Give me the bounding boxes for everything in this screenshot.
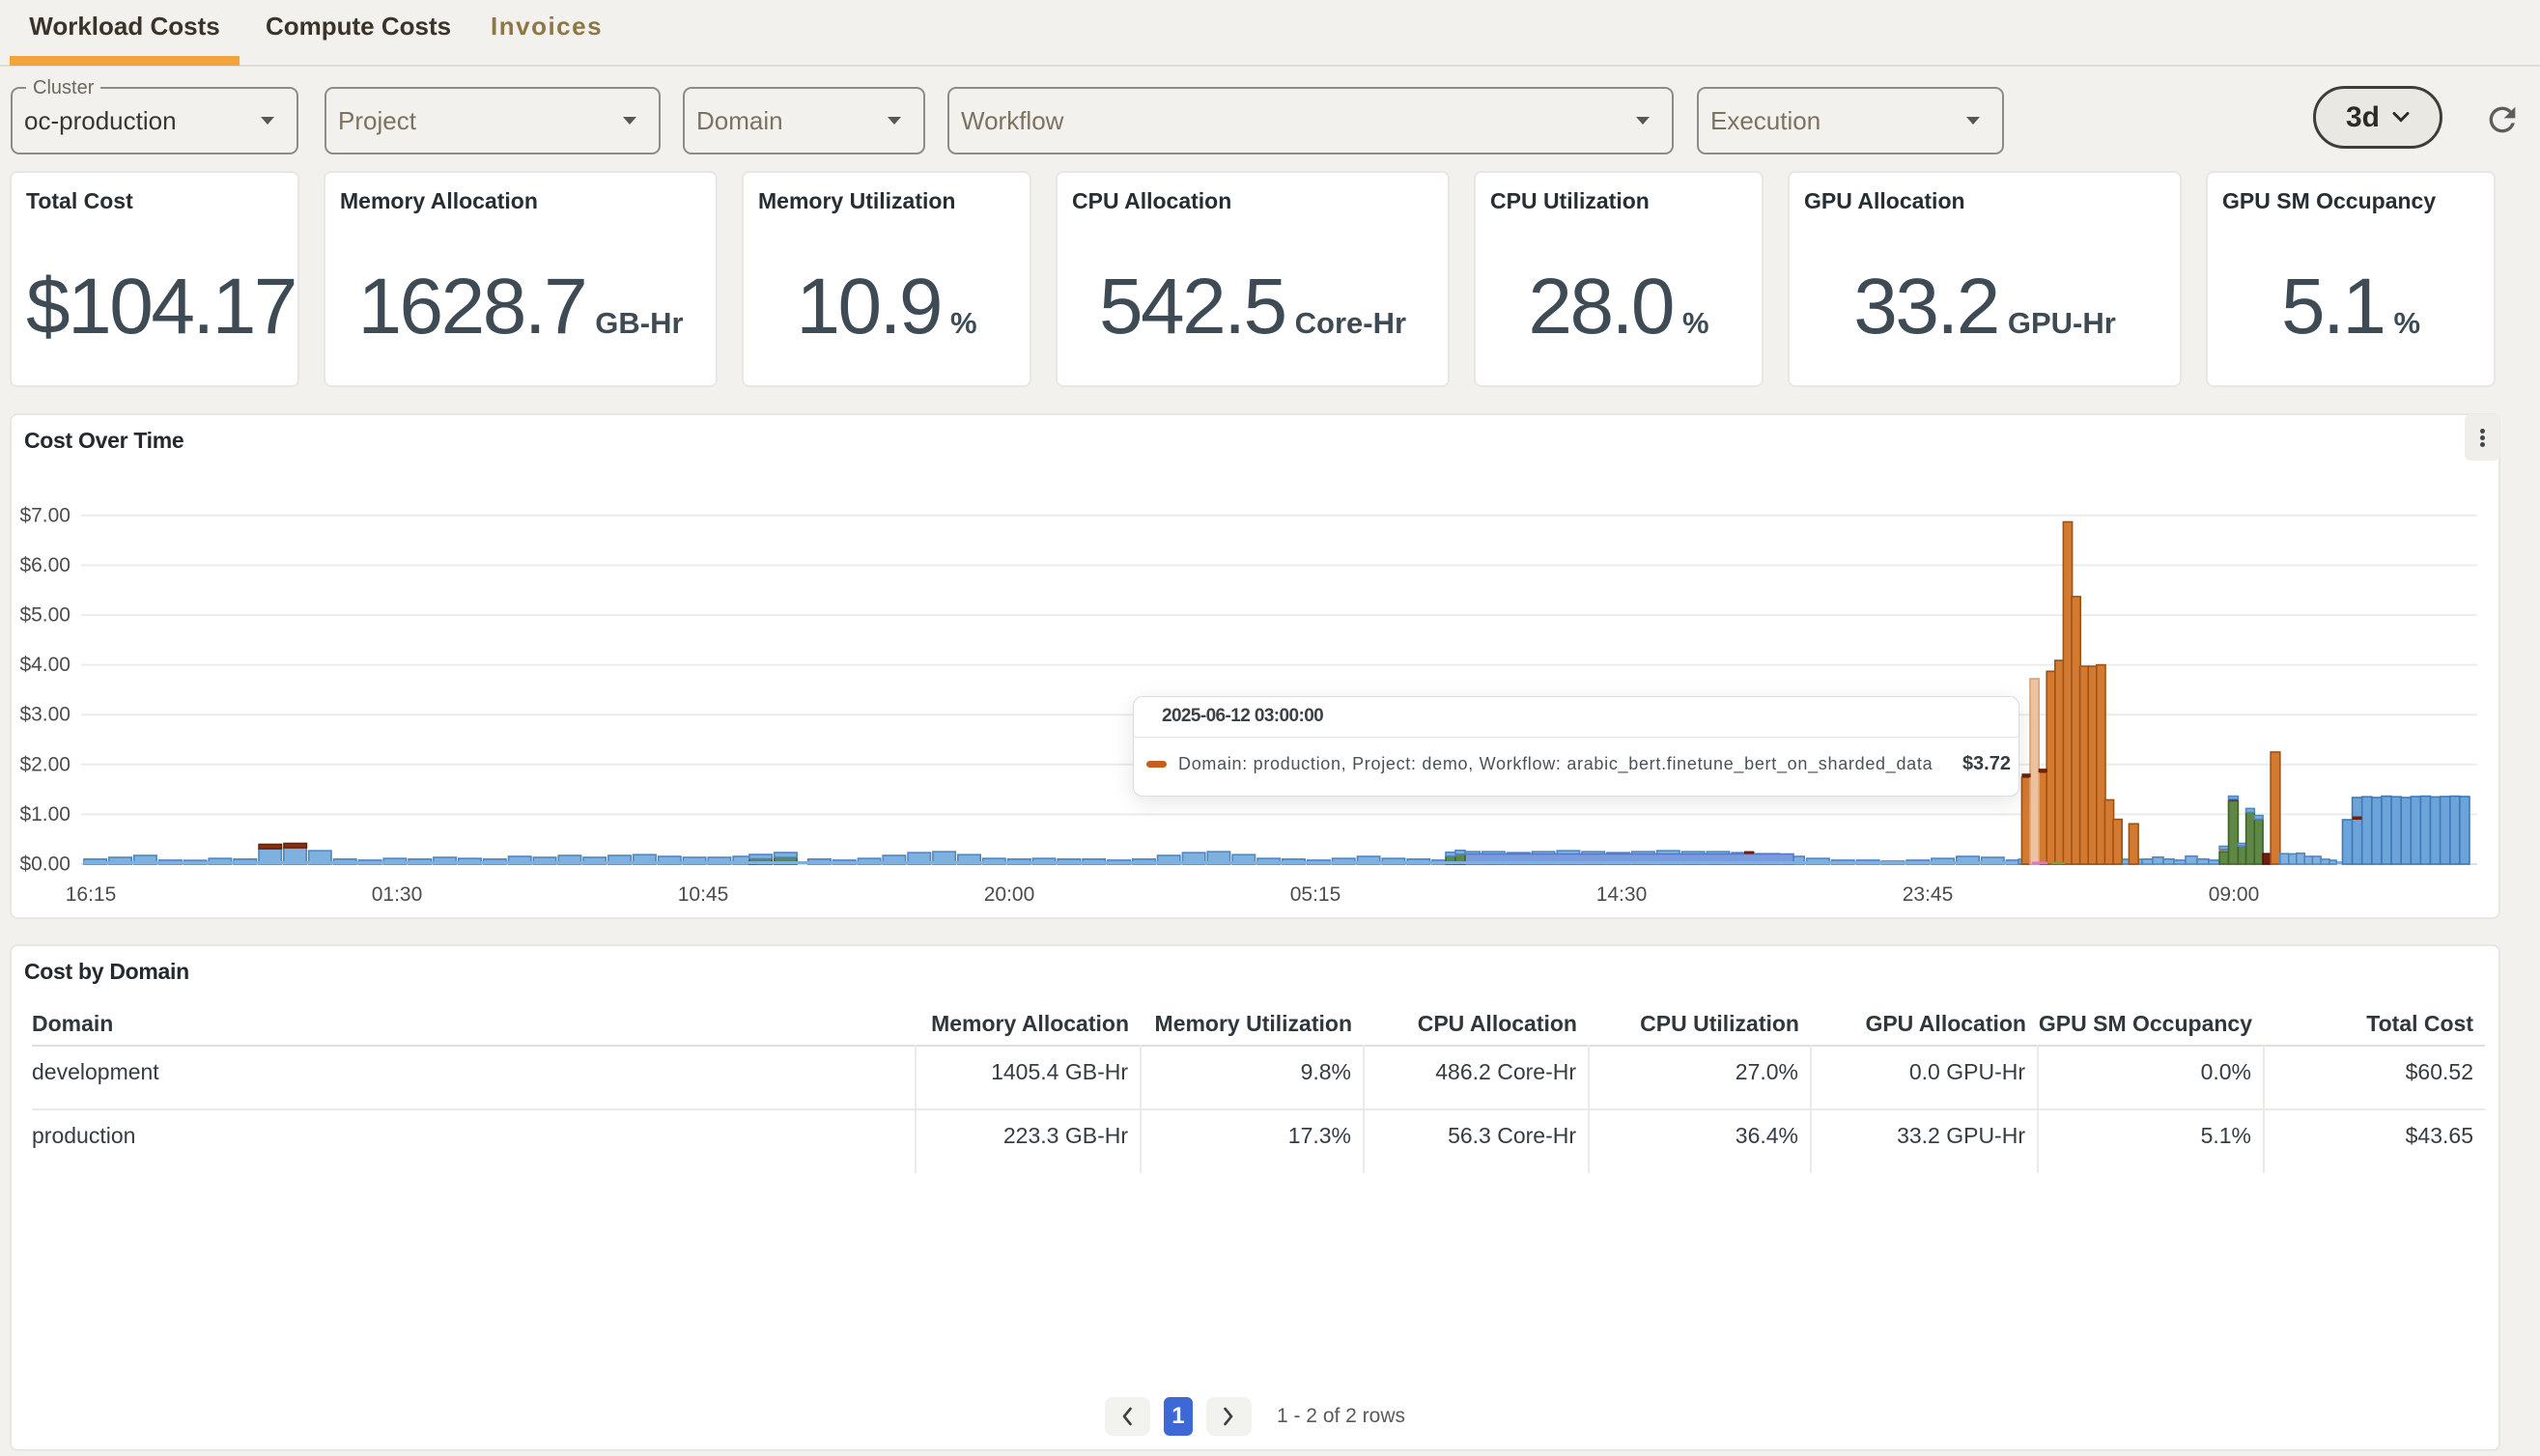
svg-text:09:00: 09:00 <box>2209 883 2260 906</box>
svg-text:$3.00: $3.00 <box>19 704 71 726</box>
svg-text:$1.00: $1.00 <box>19 803 71 826</box>
svg-text:23:45: 23:45 <box>1903 883 1954 906</box>
svg-text:10:45: 10:45 <box>678 883 729 906</box>
svg-text:$5.00: $5.00 <box>19 604 71 627</box>
svg-text:$2.00: $2.00 <box>19 753 71 775</box>
svg-text:05:15: 05:15 <box>1290 883 1341 906</box>
svg-text:01:30: 01:30 <box>372 883 423 906</box>
svg-text:$6.00: $6.00 <box>19 554 71 576</box>
svg-text:14:30: 14:30 <box>1596 883 1648 906</box>
svg-text:16:15: 16:15 <box>66 883 117 906</box>
svg-text:$4.00: $4.00 <box>19 654 71 676</box>
svg-text:$0.00: $0.00 <box>19 854 71 876</box>
svg-text:20:00: 20:00 <box>984 883 1035 906</box>
svg-text:$7.00: $7.00 <box>19 504 71 526</box>
